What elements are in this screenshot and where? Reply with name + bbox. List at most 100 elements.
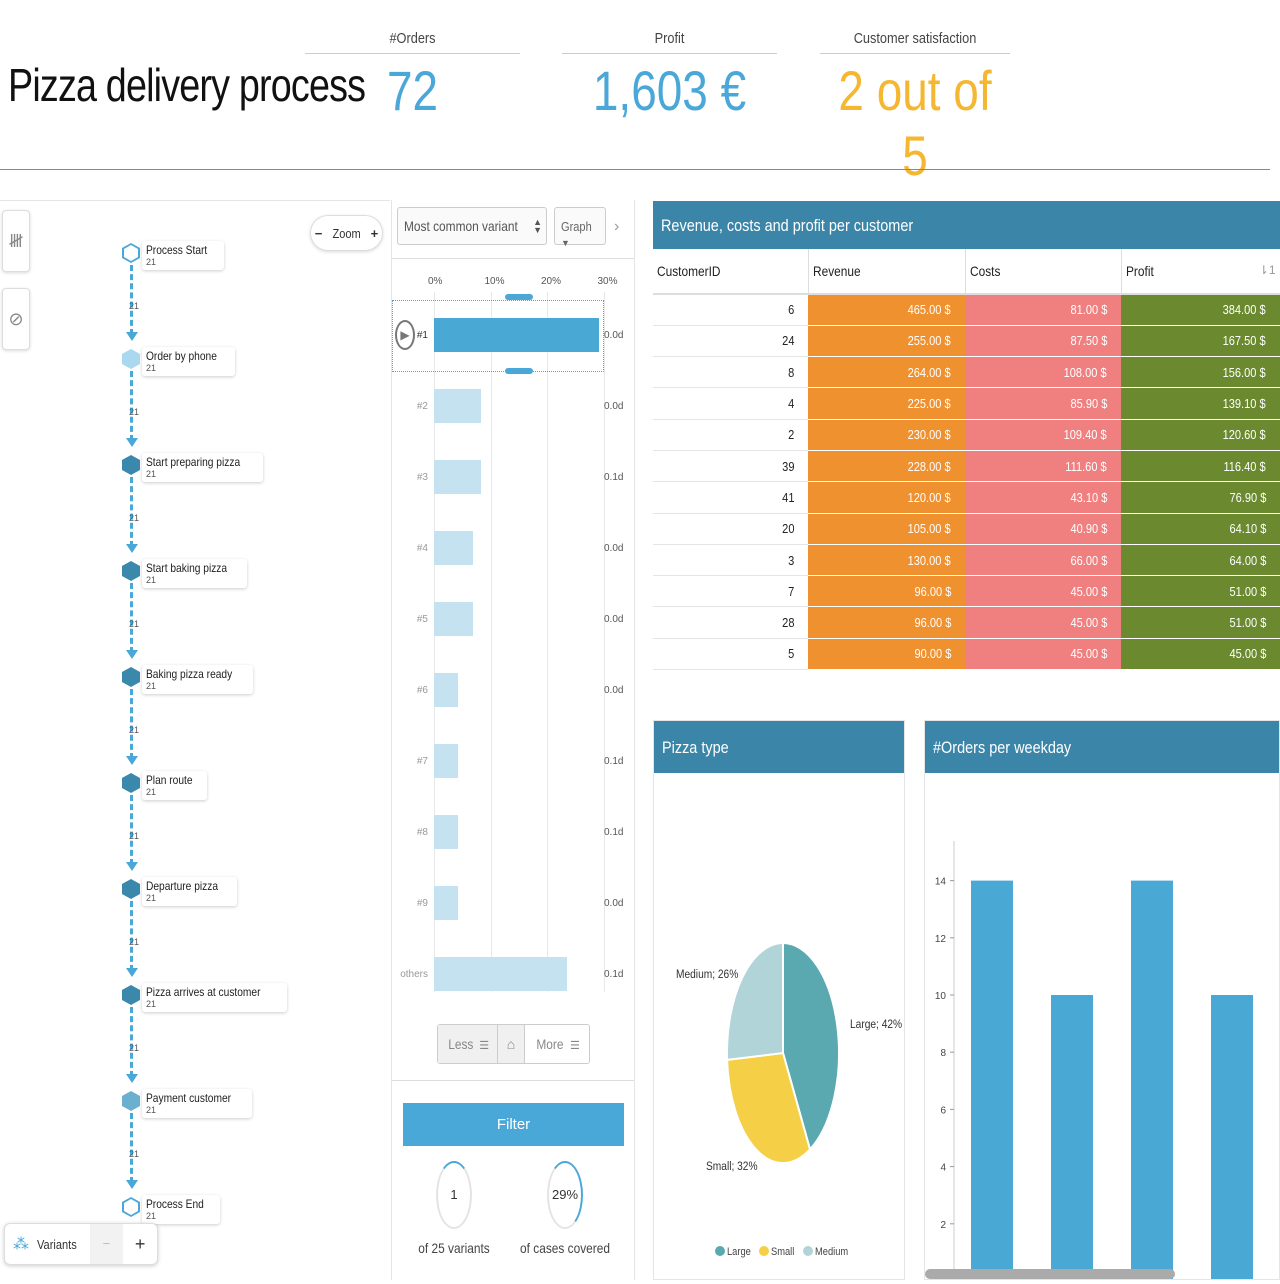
variant-bar[interactable]: [434, 957, 568, 991]
variant-duration: 0.0d: [604, 898, 624, 909]
caret-down-icon: ▼: [561, 238, 570, 248]
profit-cell: 384.00 $: [1121, 294, 1280, 326]
process-edge[interactable]: [130, 477, 134, 547]
revenue-cell: 105.00 $: [808, 513, 965, 545]
table-row[interactable]: 4 225.00 $85.90 $139.10 $: [653, 387, 1280, 420]
table-row[interactable]: 8 264.00 $108.00 $156.00 $: [653, 356, 1280, 389]
variant-bar[interactable]: [434, 744, 458, 778]
revenue-cell: 465.00 $: [808, 294, 965, 326]
process-node-name: Pizza arrives at customer: [146, 985, 261, 999]
activity-toggle-button[interactable]: 𝍸: [2, 210, 30, 272]
process-edge[interactable]: [130, 1113, 134, 1183]
variant-bar[interactable]: [434, 673, 458, 707]
legend-label: Large: [727, 1246, 751, 1258]
horizontal-scrollbar[interactable]: [925, 1269, 1175, 1279]
process-edge[interactable]: [130, 901, 134, 971]
table-row[interactable]: 39 228.00 $111.60 $116.40 $: [653, 450, 1280, 483]
variant-select[interactable]: Most common variant ▲ ▼: [397, 207, 547, 245]
more-button[interactable]: More ☰: [525, 1025, 589, 1063]
home-button[interactable]: ⌂: [498, 1025, 525, 1063]
hide-button[interactable]: ⊘: [2, 288, 30, 350]
process-node-count: 21: [146, 999, 157, 1009]
customer-id-cell: 24: [653, 325, 808, 358]
customer-table-panel: Revenue, costs and profit per customer C…: [653, 201, 1280, 683]
activity-icon: [122, 1091, 140, 1111]
filter-button[interactable]: Filter: [403, 1103, 624, 1146]
profit-cell: 156.00 $: [1121, 356, 1280, 389]
variant-bar[interactable]: [434, 886, 458, 920]
variants-plus-button[interactable]: +: [123, 1224, 157, 1264]
customer-id-cell: 8: [653, 356, 808, 389]
process-node[interactable]: Process End 21: [122, 1195, 221, 1224]
process-node[interactable]: Payment customer 21: [122, 1089, 253, 1118]
legend-swatch: [715, 1246, 725, 1256]
table-row[interactable]: 2 230.00 $109.40 $120.60 $: [653, 419, 1280, 451]
resize-handle[interactable]: [505, 294, 533, 300]
process-edge[interactable]: [130, 583, 134, 653]
table-row[interactable]: 7 96.00 $45.00 $51.00 $: [653, 575, 1280, 608]
variant-bar[interactable]: [434, 602, 473, 636]
filter-list-icon: ☰: [479, 1040, 490, 1052]
bar-2[interactable]: [1131, 880, 1173, 1281]
col-revenue[interactable]: Revenue: [808, 249, 966, 295]
tally-icon: 𝍸: [8, 231, 24, 251]
costs-cell: 108.00 $: [965, 356, 1121, 389]
process-edge[interactable]: [130, 795, 134, 865]
pie-slice-medium[interactable]: [726, 941, 784, 1062]
table-row[interactable]: 24 255.00 $87.50 $167.50 $: [653, 325, 1280, 358]
bar-0[interactable]: [971, 880, 1013, 1281]
less-button[interactable]: Less ☰: [438, 1025, 498, 1063]
graph-button[interactable]: Graph ▼: [554, 207, 606, 248]
process-node[interactable]: Process Start 21: [122, 241, 225, 270]
variant-bar[interactable]: [434, 815, 458, 849]
col-customerid[interactable]: CustomerID: [653, 249, 809, 295]
zoom-in-button[interactable]: +: [371, 226, 379, 241]
pie-label: Large; 42%: [850, 1018, 902, 1031]
zoom-out-button[interactable]: −: [315, 226, 323, 241]
bar-3[interactable]: [1211, 995, 1253, 1281]
table-row[interactable]: 20 105.00 $40.90 $64.10 $: [653, 513, 1280, 545]
variant-bar[interactable]: [434, 460, 481, 494]
process-edge[interactable]: [130, 1007, 134, 1077]
kpi-profit-value: 1,603 €: [592, 59, 747, 122]
activity-icon: [122, 455, 140, 475]
table-row[interactable]: 5 90.00 $45.00 $45.00 $: [653, 638, 1280, 671]
process-node[interactable]: Order by phone 21: [122, 347, 236, 376]
next-icon[interactable]: ›: [614, 218, 619, 236]
graph-label: Graph: [561, 219, 592, 234]
process-edge[interactable]: [130, 371, 134, 441]
variant-bar[interactable]: [434, 531, 473, 565]
sort-desc-icon[interactable]: ⇂1: [1259, 263, 1276, 277]
variant-bar[interactable]: [434, 318, 599, 352]
table-row[interactable]: 3 130.00 $66.00 $64.00 $: [653, 544, 1280, 577]
process-edge[interactable]: [130, 689, 134, 759]
cases-covered-ring: 29%: [547, 1161, 583, 1229]
process-node[interactable]: Pizza arrives at customer 21: [122, 983, 287, 1012]
process-edge[interactable]: [130, 265, 134, 335]
process-node[interactable]: Start preparing pizza 21: [122, 453, 263, 482]
customer-id-cell: 41: [653, 481, 808, 514]
variant-label: #9: [416, 898, 428, 909]
process-node[interactable]: Start baking pizza 21: [122, 559, 248, 588]
profit-cell: 116.40 $: [1121, 450, 1280, 483]
process-node[interactable]: Departure pizza 21: [122, 877, 237, 906]
table-row[interactable]: 41 120.00 $43.10 $76.90 $: [653, 481, 1280, 514]
legend-swatch: [803, 1246, 813, 1256]
process-node-name: Departure pizza: [146, 879, 219, 893]
play-icon: [122, 243, 140, 263]
process-node[interactable]: Plan route 21: [122, 771, 207, 800]
profit-cell: 51.00 $: [1121, 575, 1280, 608]
activity-icon: [122, 349, 140, 369]
revenue-cell: 228.00 $: [808, 450, 965, 483]
process-node[interactable]: Baking pizza ready 21: [122, 665, 254, 694]
revenue-cell: 255.00 $: [808, 325, 965, 358]
variants-minus-button[interactable]: −: [89, 1224, 124, 1264]
table-row[interactable]: 28 96.00 $45.00 $51.00 $: [653, 606, 1280, 639]
variant-bar[interactable]: [434, 389, 481, 423]
col-costs[interactable]: Costs: [965, 249, 1122, 295]
table-row[interactable]: 6 465.00 $81.00 $384.00 $: [653, 294, 1280, 326]
resize-handle[interactable]: [505, 368, 533, 374]
customer-id-cell: 2: [653, 419, 808, 451]
col-profit[interactable]: Profit ⇂1: [1121, 249, 1280, 295]
bar-1[interactable]: [1051, 995, 1093, 1281]
